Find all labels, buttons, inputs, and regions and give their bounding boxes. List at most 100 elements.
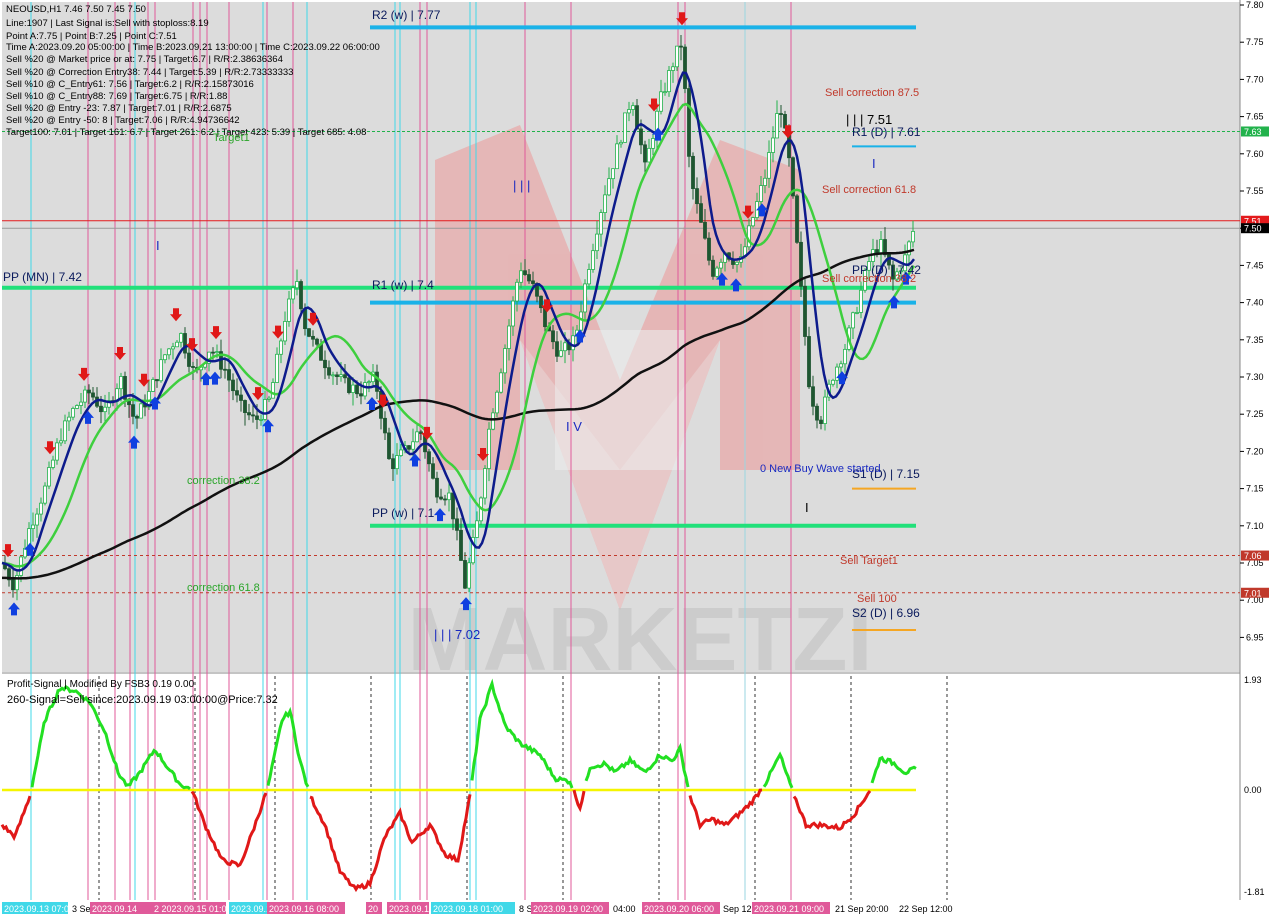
candle-body — [855, 312, 859, 314]
price-tick-label: 7.20 — [1246, 446, 1264, 456]
candle-body — [39, 502, 43, 515]
candle-body — [735, 261, 739, 265]
candle-body — [627, 109, 631, 114]
candle-body — [43, 485, 47, 504]
candle-body — [251, 414, 255, 417]
candle-body — [247, 412, 251, 416]
candle-body — [679, 45, 683, 48]
candle-body — [427, 451, 431, 465]
osc-tick-label: 1.93 — [1244, 675, 1262, 685]
level-label-r1d: R1 (D) | 7.61 — [852, 125, 921, 139]
candle-body — [59, 440, 63, 444]
candle-body — [839, 363, 843, 368]
candle-body — [911, 231, 915, 243]
candle-body — [159, 359, 163, 382]
price-tick-label: 7.65 — [1246, 112, 1264, 122]
candle-body — [299, 281, 303, 310]
sell-correction-875-label: Sell correction 87.5 — [825, 87, 919, 99]
sell-correction-618-label: Sell correction 61.8 — [822, 184, 916, 196]
candle-body — [283, 321, 287, 342]
candle-body — [515, 281, 519, 302]
candle-body — [351, 384, 355, 393]
candle-body — [699, 203, 703, 223]
price-tag-label: 7.06 — [1244, 551, 1262, 561]
candle-body — [179, 333, 183, 343]
candle-body — [91, 392, 95, 398]
candle-body — [803, 285, 807, 337]
candle-body — [447, 492, 451, 501]
info-line: Sell %20 @ Correction Entry38: 7.44 | Ta… — [6, 67, 293, 78]
candle-body — [907, 241, 911, 256]
candle-body — [331, 374, 335, 377]
candle-body — [643, 144, 647, 163]
candle-body — [587, 269, 591, 285]
candle-body — [151, 379, 155, 392]
target1-label: Target1 — [213, 132, 250, 144]
candle-body — [439, 496, 443, 500]
candle-body — [11, 579, 15, 591]
candle-body — [615, 143, 619, 170]
candle-body — [719, 261, 723, 269]
candle-body — [831, 379, 835, 385]
candle-body — [231, 379, 235, 392]
candle-body — [507, 325, 511, 349]
price-tick-label: 7.25 — [1246, 409, 1264, 419]
time-label: 2023.09.19 02:00 — [533, 904, 603, 914]
time-label: 2 2023.09.15 01:0 — [154, 904, 227, 914]
price-tick-label: 7.80 — [1246, 0, 1264, 10]
candle-body — [763, 177, 767, 186]
candle-body — [335, 374, 339, 378]
candle-body — [651, 138, 655, 149]
info-line: Sell %20 @ Market price or at: 7.75 | Ta… — [6, 54, 283, 65]
level-label-r1w: R1 (w) | 7.4 — [372, 278, 434, 292]
candle-body — [619, 141, 623, 145]
osc-signal: 260-Signal=Sell since:2023.09.19 03:00:0… — [7, 694, 278, 706]
wave-ii-label: | | | — [513, 178, 530, 193]
candle-body — [263, 399, 267, 420]
candle-body — [311, 335, 315, 340]
candle-body — [223, 368, 227, 371]
info-line: Time A:2023.09.20 05:00:00 | Time B:2023… — [6, 42, 380, 53]
candle-body — [759, 185, 763, 202]
candle-body — [227, 369, 231, 381]
candle-body — [87, 389, 91, 394]
candle-body — [411, 441, 415, 450]
candle-body — [303, 308, 307, 330]
candle-body — [163, 354, 167, 361]
candle-body — [463, 560, 467, 589]
candle-body — [359, 393, 363, 397]
candle-body — [407, 445, 411, 450]
candle-body — [599, 212, 603, 235]
level-label-point-c: | | | 7.51 — [846, 112, 892, 127]
candle-body — [527, 274, 531, 282]
candle-body — [391, 458, 395, 470]
candle-body — [215, 351, 219, 354]
candle-body — [287, 298, 291, 322]
candle-body — [823, 396, 827, 424]
candle-body — [327, 367, 331, 376]
candle-body — [47, 467, 51, 487]
candle-body — [55, 442, 59, 461]
candle-body — [503, 348, 507, 374]
time-label: 2023.09.14 — [92, 904, 137, 914]
candle-body — [667, 70, 671, 93]
candle-body — [663, 91, 667, 94]
candle-body — [191, 366, 195, 368]
candle-body — [579, 311, 583, 331]
price-tick-label: 7.55 — [1246, 186, 1264, 196]
candle-body — [843, 348, 847, 365]
candle-body — [267, 397, 271, 400]
price-tick-label: 7.75 — [1246, 37, 1264, 47]
candle-body — [347, 377, 351, 393]
sell-100-label: Sell 100 — [857, 593, 897, 605]
candle-body — [171, 346, 175, 350]
candle-body — [35, 513, 39, 526]
candle-body — [135, 415, 139, 419]
candle-body — [695, 188, 699, 205]
candle-body — [475, 520, 479, 538]
time-label: 20 — [368, 904, 378, 914]
price-tick-label: 7.70 — [1246, 74, 1264, 84]
candle-body — [595, 233, 599, 252]
candle-body — [815, 405, 819, 421]
candle-body — [243, 400, 247, 414]
